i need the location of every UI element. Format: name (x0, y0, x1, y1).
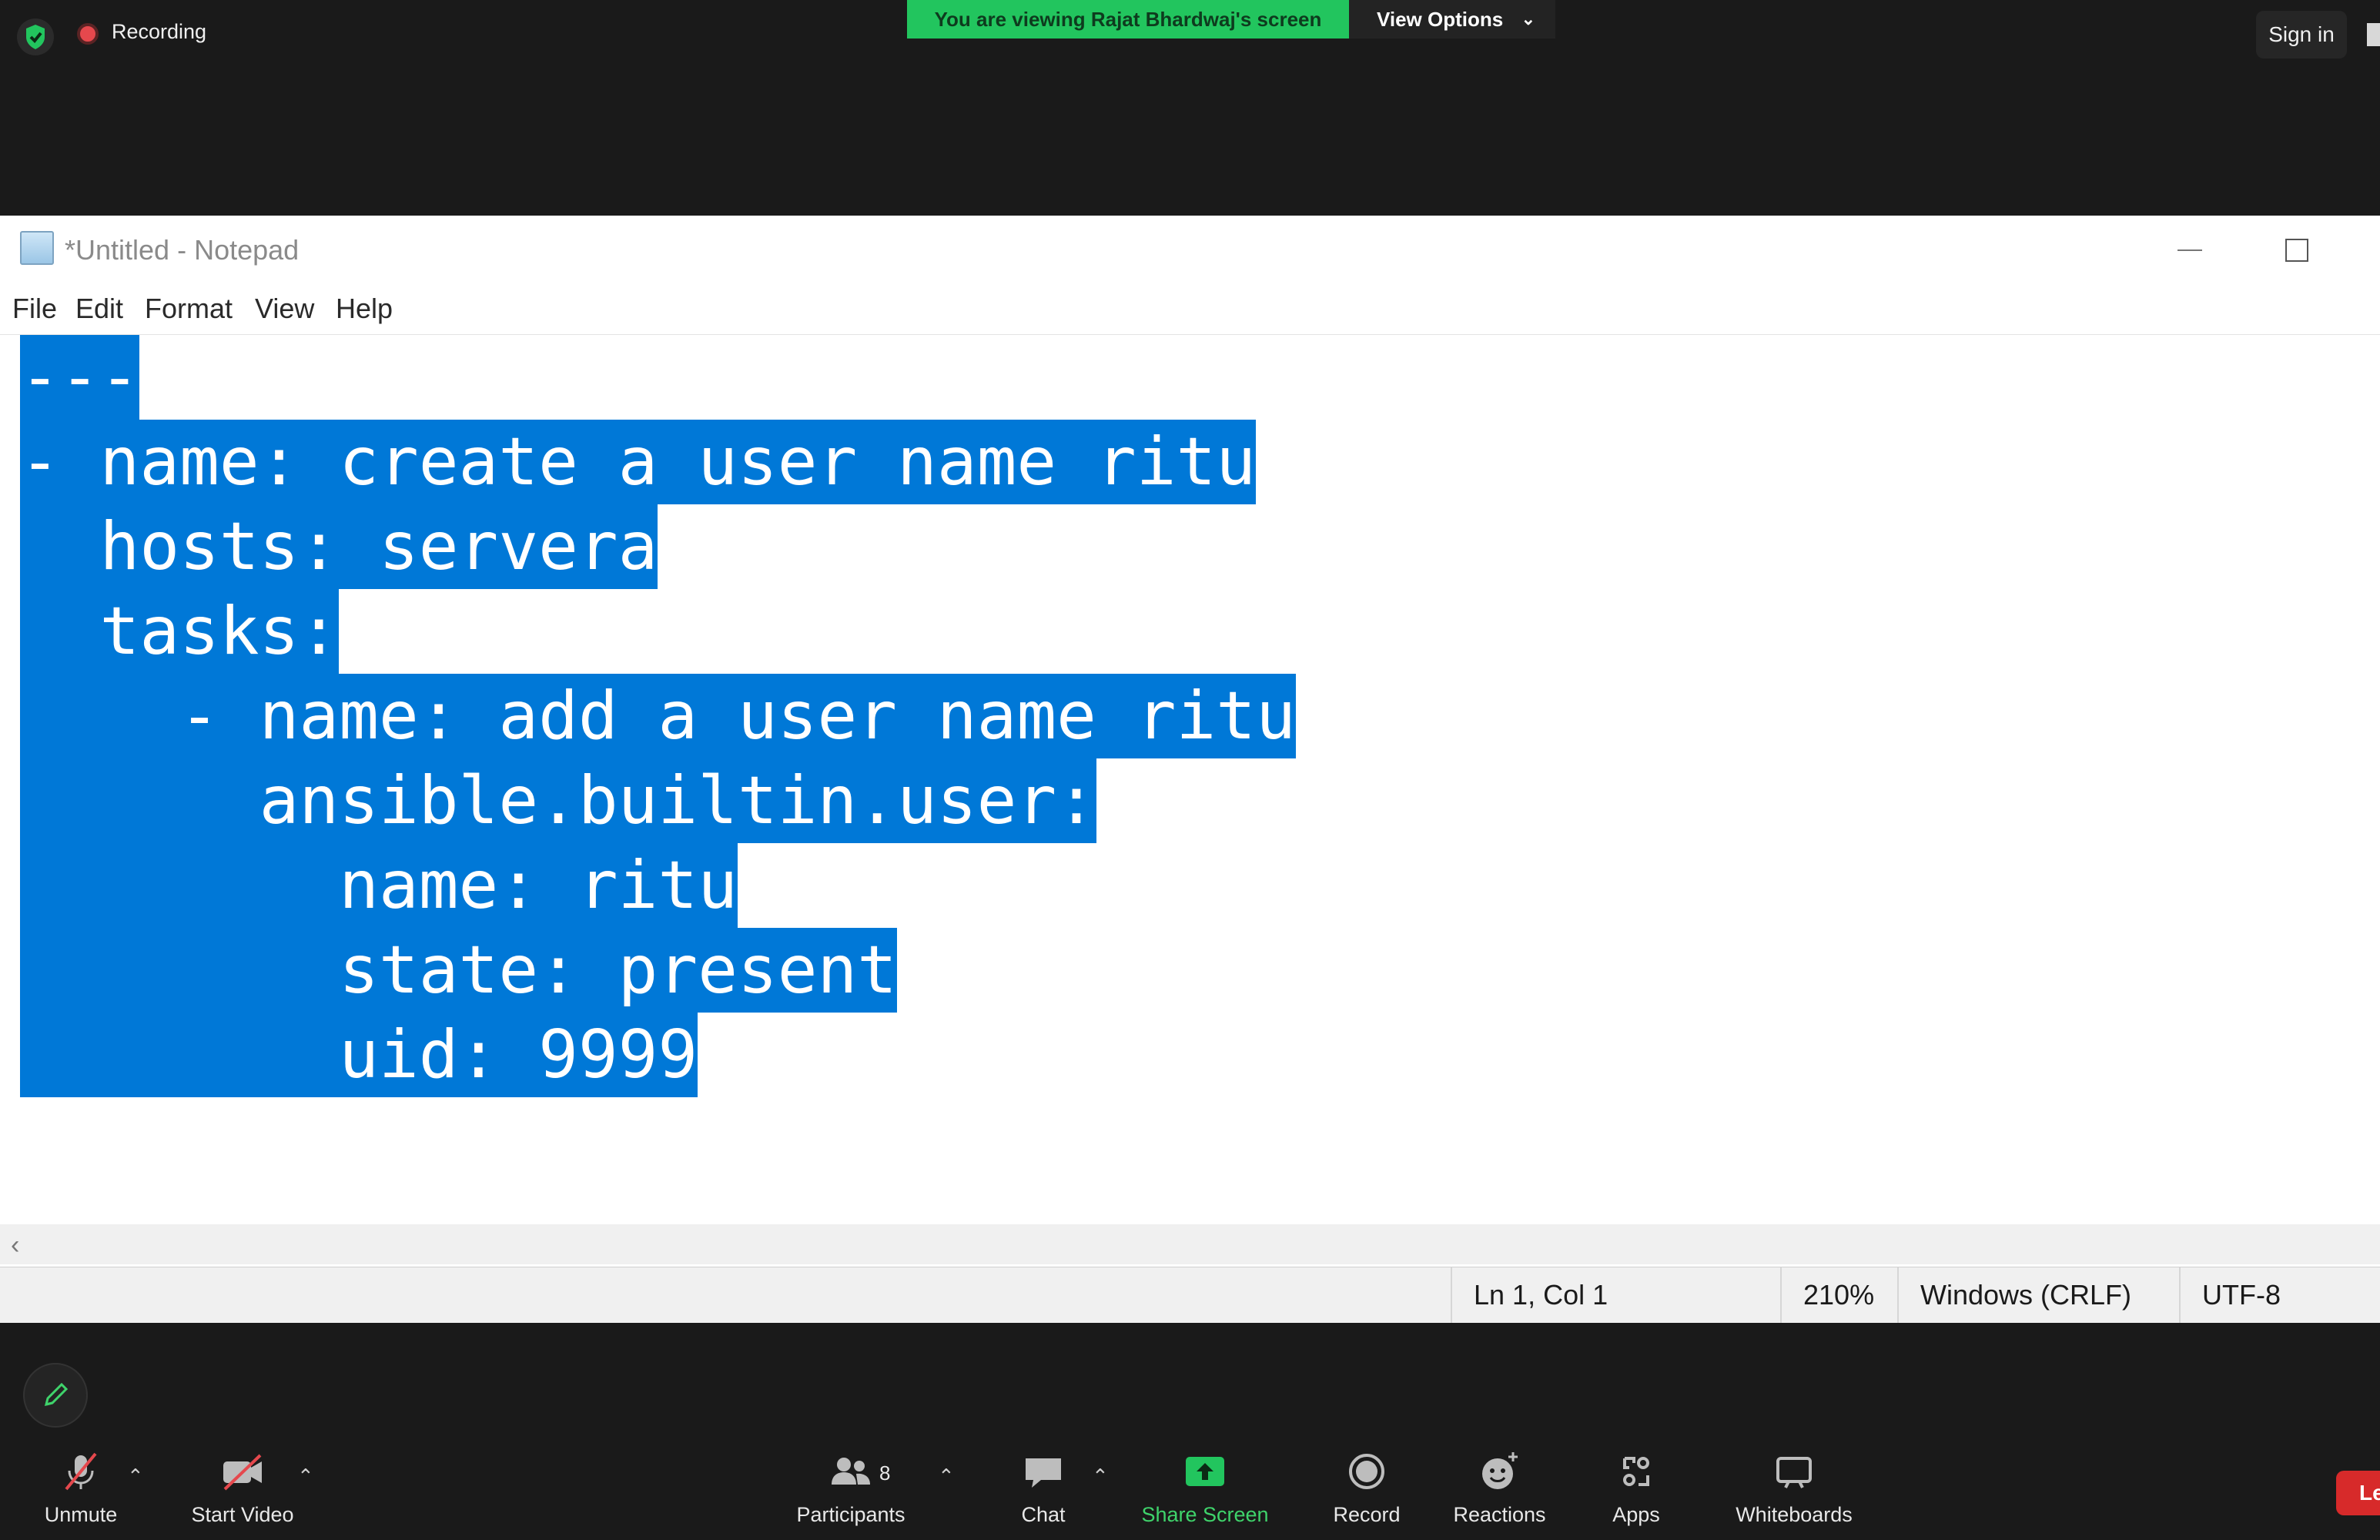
menu-help[interactable]: Help (336, 293, 393, 325)
notepad-app-icon (20, 231, 54, 265)
leave-button[interactable]: Le (2336, 1471, 2380, 1515)
menu-view[interactable]: View (255, 293, 314, 325)
whiteboards-button[interactable]: Whiteboards (1725, 1448, 1863, 1527)
menu-bar: File Edit Format View Help (0, 286, 2380, 335)
participants-icon (832, 1458, 870, 1485)
whiteboard-icon (1776, 1457, 1812, 1488)
reactions-button[interactable]: Reactions (1448, 1448, 1552, 1527)
record-label: Record (1333, 1503, 1401, 1526)
code-line: --- (20, 335, 140, 420)
pencil-icon (44, 1382, 69, 1407)
video-options-caret-icon[interactable]: ⌃ (297, 1465, 314, 1488)
minimize-icon[interactable] (2177, 249, 2202, 251)
menu-format[interactable]: Format (145, 293, 233, 325)
horizontal-scrollbar[interactable]: ‹ (0, 1224, 2380, 1264)
share-screen-label: Share Screen (1141, 1503, 1269, 1526)
unmute-label: Unmute (44, 1503, 118, 1526)
code-line: uid: 9999 (20, 1013, 698, 1097)
start-video-button[interactable]: Start Video (185, 1448, 300, 1527)
code-line: - name: create a user name ritu (20, 420, 1257, 504)
reactions-label: Reactions (1453, 1503, 1546, 1526)
meeting-toolbar: Unmute ⌃ Start Video ⌃ Participants 8 ⌃ … (0, 1448, 2380, 1540)
share-screen-arrow-icon (1186, 1457, 1224, 1486)
code-line: hosts: servera (20, 504, 658, 589)
microphone-muted-icon (65, 1452, 97, 1491)
code-line: ansible.builtin.user: (20, 758, 1096, 843)
recording-dot-icon (77, 23, 99, 45)
text-editor-area[interactable]: --- - name: create a user name ritu host… (0, 335, 2380, 1236)
apps-button[interactable]: Apps (1602, 1448, 1671, 1527)
chevron-down-icon: ⌄ (1521, 9, 1535, 28)
security-shield-icon[interactable] (15, 17, 55, 57)
whiteboards-label: Whiteboards (1736, 1503, 1853, 1526)
start-video-label: Start Video (191, 1503, 294, 1526)
chat-bubble-icon (1026, 1458, 1061, 1488)
participants-options-caret-icon[interactable]: ⌃ (938, 1465, 955, 1488)
apps-icon (1623, 1457, 1649, 1486)
gallery-grid-icon[interactable] (2367, 23, 2380, 46)
scroll-left-icon[interactable]: ‹ (11, 1230, 19, 1260)
chat-label: Chat (1021, 1503, 1066, 1526)
record-icon (1349, 1454, 1384, 1489)
participants-count: 8 (879, 1461, 891, 1485)
audio-options-caret-icon[interactable]: ⌃ (127, 1465, 144, 1488)
cursor-position: Ln 1, Col 1 (1451, 1267, 1780, 1323)
participants-label: Participants (796, 1503, 905, 1526)
zoom-top-bar: Recording You are viewing Rajat Bhardwaj… (0, 0, 2380, 216)
unmute-button[interactable]: Unmute (31, 1448, 131, 1527)
zoom-level: 210% (1780, 1267, 1897, 1323)
window-title: *Untitled - Notepad (65, 234, 300, 266)
code-line: name: ritu (20, 843, 738, 928)
participants-button[interactable]: Participants (793, 1448, 909, 1527)
line-ending: Windows (CRLF) (1897, 1267, 2179, 1323)
viewing-banner: You are viewing Rajat Bhardwaj's screen (907, 0, 1349, 38)
title-bar: *Untitled - Notepad (0, 216, 2380, 270)
record-button[interactable]: Record (1324, 1448, 1409, 1527)
code-line: state: present (20, 928, 898, 1013)
apps-label: Apps (1612, 1503, 1660, 1526)
view-options-label: View Options (1377, 8, 1504, 31)
share-screen-button[interactable]: Share Screen (1140, 1448, 1270, 1527)
menu-edit[interactable]: Edit (75, 293, 123, 325)
emoji-add-icon (1481, 1452, 1518, 1489)
notepad-window: *Untitled - Notepad File Edit Format Vie… (0, 216, 2380, 1323)
maximize-icon[interactable] (2285, 239, 2308, 262)
chat-options-caret-icon[interactable]: ⌃ (1092, 1465, 1109, 1488)
status-bar: Ln 1, Col 1 210% Windows (CRLF) UTF-8 (0, 1267, 2380, 1323)
camera-off-icon (223, 1454, 262, 1491)
menu-file[interactable]: File (12, 293, 57, 325)
recording-label: Recording (112, 20, 207, 43)
code-line: tasks: (20, 589, 340, 674)
code-line: - name: add a user name ritu (20, 674, 1296, 758)
annotate-button[interactable] (23, 1363, 88, 1428)
sign-in-button[interactable]: Sign in (2256, 11, 2347, 59)
encoding: UTF-8 (2179, 1267, 2380, 1323)
view-options-button[interactable]: View Options ⌄ (1349, 0, 1555, 38)
chat-button[interactable]: Chat (1009, 1448, 1078, 1527)
